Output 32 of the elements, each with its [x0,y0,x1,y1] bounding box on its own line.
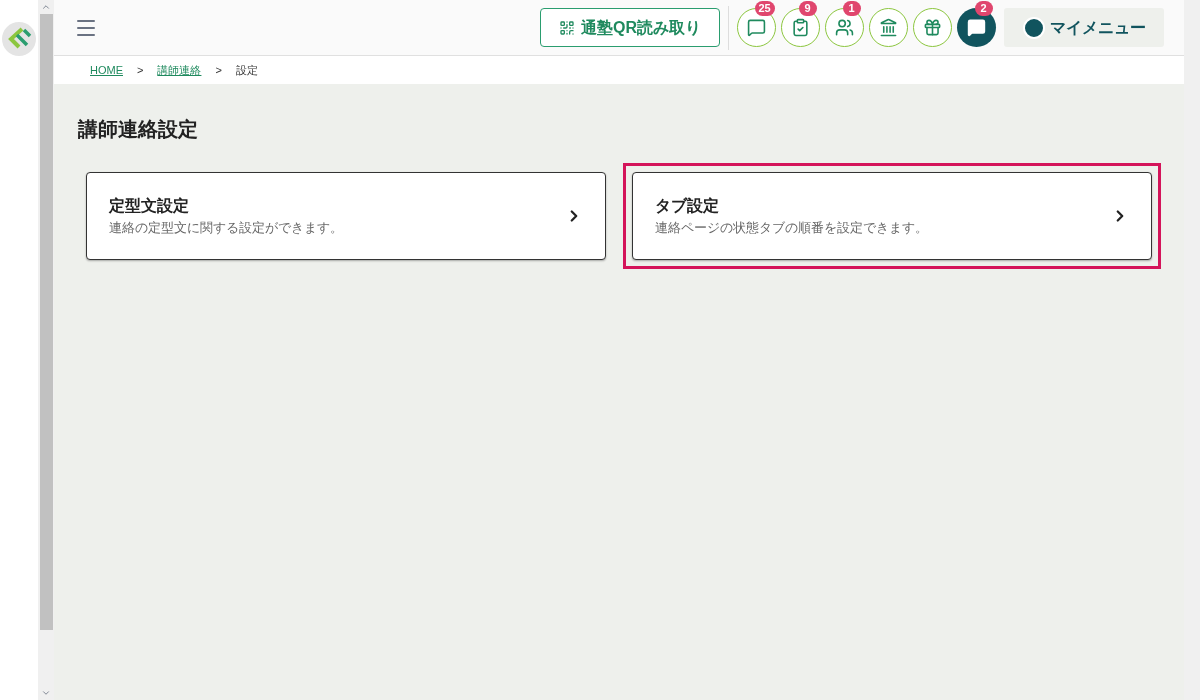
chat-icon [747,18,766,37]
settings-card[interactable]: タブ設定 連絡ページの状態タブの順番を設定できます。 [632,172,1152,260]
gift-icon [923,18,942,37]
breadcrumb-text: > [137,62,144,78]
card-description: 連絡ページの状態タブの順番を設定できます。 [655,219,929,238]
icon-button[interactable] [913,8,952,47]
scroll-up-icon[interactable] [41,2,51,12]
task-icon [791,18,810,37]
scroll-down-icon[interactable] [41,688,51,698]
icon-button[interactable] [869,8,908,47]
breadcrumb-text: 設定 [235,62,258,78]
logo-icon[interactable] [2,22,36,56]
qr-scan-button[interactable]: 通塾QR読み取り [540,8,720,47]
message-icon [967,18,986,37]
school-icon [879,18,898,37]
card-title: タブ設定 [655,196,720,217]
page-title: 講師連絡設定 [78,117,199,142]
scrollbar[interactable] [38,0,54,700]
count-badge: 1 [842,1,861,16]
count-badge: 9 [798,1,817,16]
breadcrumb-text: > [215,62,222,78]
my-menu-button[interactable]: マイメニュー [1004,8,1164,47]
qr-code-icon [559,19,575,36]
breadcrumb-link[interactable]: 講師連絡 [157,61,202,79]
count-badge: 25 [754,1,775,16]
count-badge: 2 [974,1,993,16]
breadcrumb-link[interactable]: HOME [90,61,123,79]
scrollbar-track[interactable] [1184,0,1200,700]
people-icon [835,18,854,37]
card-description: 連絡の定型文に関する設定ができます。 [109,219,344,238]
settings-card[interactable]: 定型文設定 連絡の定型文に関する設定ができます。 [86,172,606,260]
card-title: 定型文設定 [109,196,190,217]
